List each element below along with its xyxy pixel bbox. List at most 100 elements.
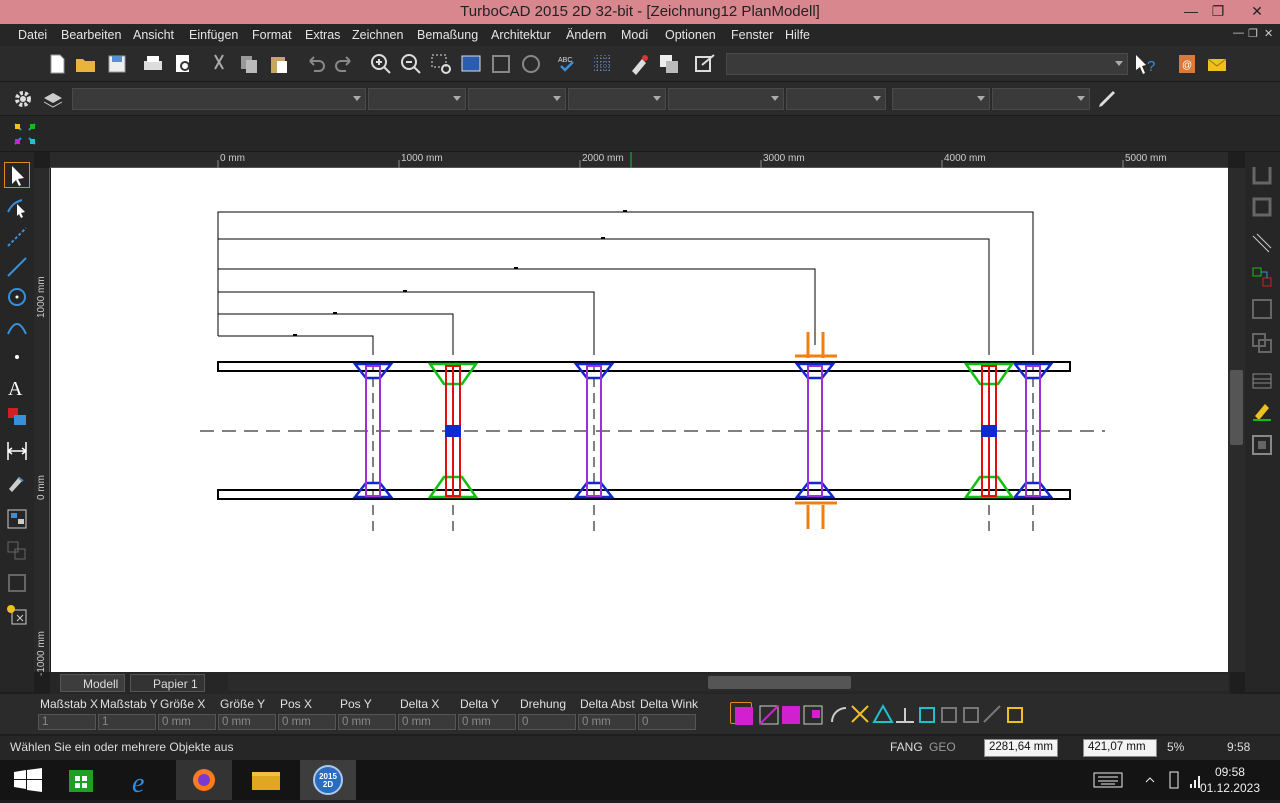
layer-manager-icon[interactable] [40, 86, 66, 112]
send-mail-icon[interactable] [1204, 51, 1230, 77]
undo-icon[interactable] [302, 51, 328, 77]
circle-tool-icon[interactable] [4, 284, 30, 310]
transform-tool-icon[interactable] [4, 570, 30, 596]
modify-tool-icon[interactable] [4, 472, 30, 498]
maximize-button[interactable]: ❐ [1203, 0, 1233, 24]
command-combo[interactable] [726, 53, 1128, 75]
zoom-page-icon[interactable] [488, 51, 514, 77]
copy-icon[interactable] [236, 51, 262, 77]
palette-highlight-icon[interactable] [1249, 398, 1275, 424]
snap-intersection-icon[interactable] [848, 702, 870, 724]
menu-format[interactable]: Format [252, 28, 292, 42]
input-delta-angle[interactable]: 0 [638, 714, 696, 730]
close-button[interactable]: ✕ [1240, 0, 1274, 24]
cut-icon[interactable] [206, 51, 232, 77]
palette-image-icon[interactable] [1249, 296, 1275, 322]
layer-combo[interactable] [72, 88, 366, 110]
input-scale-x[interactable]: 1 [38, 714, 96, 730]
snap-fang-toggle[interactable]: FANG [890, 740, 923, 754]
snap-perpendicular-icon[interactable] [892, 702, 914, 724]
edit-tool-icon[interactable] [4, 194, 30, 220]
print-icon[interactable] [140, 51, 166, 77]
grid-icon[interactable] [590, 51, 616, 77]
single-line-icon[interactable] [4, 254, 30, 280]
zoom-fit-icon[interactable] [12, 121, 38, 147]
input-size-y[interactable]: 0 mm [218, 714, 276, 730]
start-button-icon[interactable] [0, 760, 56, 800]
tray-expand-icon[interactable] [1122, 760, 1155, 800]
menu-extras[interactable]: Extras [305, 28, 340, 42]
point-tool-icon[interactable] [4, 344, 30, 370]
palette-shape2-icon[interactable] [1249, 194, 1275, 220]
color-combo[interactable] [368, 88, 466, 110]
snap-center-icon[interactable] [800, 702, 823, 725]
dimension-tool-icon[interactable] [4, 438, 30, 464]
input-scale-y[interactable]: 1 [98, 714, 156, 730]
palette-table-icon[interactable] [1249, 368, 1275, 394]
horizontal-scroll-thumb[interactable] [708, 676, 851, 689]
palette-link-icon[interactable] [1249, 264, 1275, 290]
drawing-canvas[interactable] [51, 168, 1228, 672]
hatch-tool-icon[interactable] [4, 404, 30, 430]
mdi-restore-button[interactable]: ❐ [1248, 27, 1258, 40]
mdi-close-button[interactable]: ✕ [1264, 27, 1273, 40]
menu-einfuegen[interactable]: Einfügen [189, 28, 238, 42]
zoom-extents-icon[interactable] [458, 51, 484, 77]
internet-explorer-icon[interactable]: e [116, 760, 172, 800]
horizontal-scrollbar[interactable] [228, 674, 1228, 691]
minimize-button[interactable]: — [1176, 0, 1206, 24]
menu-datei[interactable]: Datei [18, 28, 47, 42]
zoom-in-icon[interactable] [368, 51, 394, 77]
arc-tool-icon[interactable] [4, 314, 30, 340]
context-help-icon[interactable]: ? [1132, 51, 1158, 77]
input-rotation[interactable]: 0 [518, 714, 576, 730]
input-delta-distance[interactable]: 0 mm [578, 714, 636, 730]
select-arrow-icon[interactable] [4, 162, 30, 188]
save-icon[interactable] [104, 51, 130, 77]
pen-width-combo[interactable] [568, 88, 666, 110]
spell-check-icon[interactable]: ABC [554, 51, 580, 77]
input-size-x[interactable]: 0 mm [158, 714, 216, 730]
input-pos-y[interactable]: 0 mm [338, 714, 396, 730]
pen-style-combo[interactable] [468, 88, 566, 110]
brush-combo[interactable] [786, 88, 886, 110]
design-director-icon[interactable] [692, 51, 718, 77]
palette-shape1-icon[interactable] [1249, 162, 1275, 188]
gear-icon[interactable] [10, 86, 36, 112]
snap-extension-icon[interactable] [958, 702, 980, 724]
snap-grid-icon[interactable] [936, 702, 958, 724]
menu-bemassung[interactable]: Bemaßung [417, 28, 478, 42]
group-tool-icon[interactable] [4, 538, 30, 564]
taskbar-clock[interactable]: 09:58 01.12.2023 [1200, 764, 1260, 796]
transparency-combo[interactable] [992, 88, 1090, 110]
address-book-icon[interactable]: @ [1174, 51, 1200, 77]
snap-tangent-icon[interactable] [870, 702, 894, 724]
pen-icon[interactable] [1094, 86, 1120, 112]
file-explorer-icon[interactable] [238, 760, 294, 800]
layer-icon[interactable] [656, 51, 682, 77]
snap-middle-icon[interactable] [778, 702, 800, 724]
snap-vertex-icon[interactable] [756, 702, 779, 725]
menu-bearbeiten[interactable]: Bearbeiten [61, 28, 121, 42]
tab-modell[interactable]: Modell [60, 674, 126, 692]
snap-quadrant-icon[interactable] [826, 702, 848, 724]
device-icon[interactable] [1146, 760, 1179, 800]
menu-fenster[interactable]: Fenster [731, 28, 773, 42]
menu-modi[interactable]: Modi [621, 28, 648, 42]
open-folder-icon[interactable] [73, 51, 99, 77]
palette-copy-icon[interactable] [1249, 330, 1275, 356]
pattern-combo[interactable] [892, 88, 990, 110]
paste-icon[interactable] [266, 51, 292, 77]
vertical-scroll-thumb[interactable] [1230, 370, 1243, 445]
tab-papier-1[interactable]: Papier 1 [130, 674, 205, 692]
firefox-icon[interactable] [176, 760, 232, 800]
signal-icon[interactable] [1168, 760, 1200, 800]
input-delta-y[interactable]: 0 mm [458, 714, 516, 730]
snap-mode-icon[interactable] [730, 702, 753, 725]
pen-scale-combo[interactable] [668, 88, 784, 110]
vertical-scrollbar[interactable] [1228, 168, 1245, 672]
new-file-icon[interactable] [44, 51, 70, 77]
zoom-all-icon[interactable] [518, 51, 544, 77]
x-coordinate-field[interactable]: 2281,64 mm [984, 739, 1058, 757]
snap-alignment-icon[interactable] [980, 702, 1002, 724]
